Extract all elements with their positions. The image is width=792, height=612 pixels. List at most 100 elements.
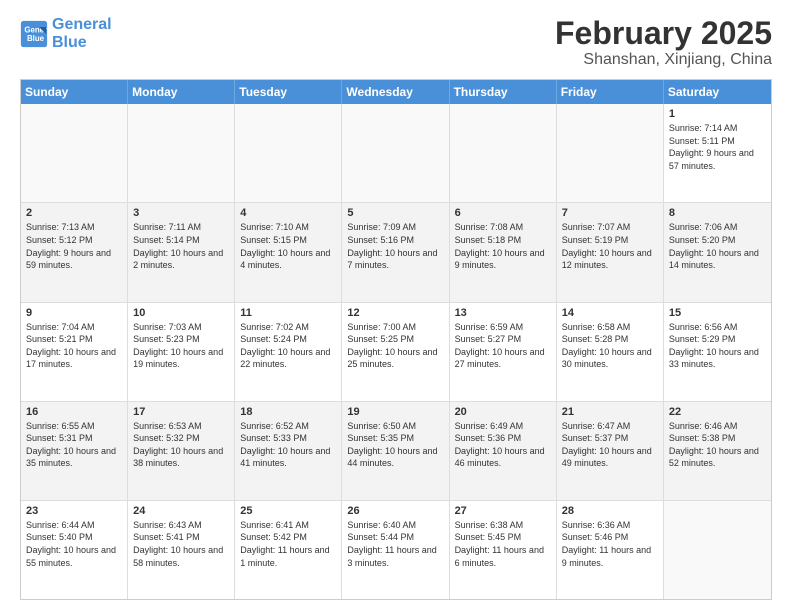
calendar-cell: 3 Sunrise: 7:11 AM Sunset: 5:14 PM Daylig… (128, 203, 235, 301)
day-info: Sunrise: 7:03 AM Sunset: 5:23 PM Dayligh… (133, 321, 229, 371)
calendar-cell: 21 Sunrise: 6:47 AM Sunset: 5:37 PM Dayli… (557, 402, 664, 500)
day-info: Sunrise: 7:10 AM Sunset: 5:15 PM Dayligh… (240, 221, 336, 271)
calendar-cell: 15 Sunrise: 6:56 AM Sunset: 5:29 PM Dayli… (664, 303, 771, 401)
day-number: 2 (26, 207, 122, 219)
day-number: 10 (133, 307, 229, 319)
day-info: Sunrise: 6:38 AM Sunset: 5:45 PM Dayligh… (455, 519, 551, 569)
day-info: Sunrise: 6:58 AM Sunset: 5:28 PM Dayligh… (562, 321, 658, 371)
day-info: Sunrise: 6:46 AM Sunset: 5:38 PM Dayligh… (669, 420, 766, 470)
day-number: 21 (562, 406, 658, 418)
logo-text: General Blue (52, 16, 112, 51)
day-info: Sunrise: 6:44 AM Sunset: 5:40 PM Dayligh… (26, 519, 122, 569)
calendar-cell (21, 104, 128, 202)
calendar-header-cell: Monday (128, 80, 235, 104)
calendar-week-row: 23 Sunrise: 6:44 AM Sunset: 5:40 PM Dayli… (21, 501, 771, 599)
day-info: Sunrise: 6:59 AM Sunset: 5:27 PM Dayligh… (455, 321, 551, 371)
calendar-cell (450, 104, 557, 202)
calendar-cell: 14 Sunrise: 6:58 AM Sunset: 5:28 PM Dayli… (557, 303, 664, 401)
day-info: Sunrise: 7:09 AM Sunset: 5:16 PM Dayligh… (347, 221, 443, 271)
calendar-cell: 4 Sunrise: 7:10 AM Sunset: 5:15 PM Daylig… (235, 203, 342, 301)
day-info: Sunrise: 6:56 AM Sunset: 5:29 PM Dayligh… (669, 321, 766, 371)
calendar-cell: 26 Sunrise: 6:40 AM Sunset: 5:44 PM Dayli… (342, 501, 449, 599)
calendar-cell: 23 Sunrise: 6:44 AM Sunset: 5:40 PM Dayli… (21, 501, 128, 599)
logo-icon: General Blue (20, 20, 48, 48)
day-info: Sunrise: 6:43 AM Sunset: 5:41 PM Dayligh… (133, 519, 229, 569)
day-info: Sunrise: 7:00 AM Sunset: 5:25 PM Dayligh… (347, 321, 443, 371)
day-number: 13 (455, 307, 551, 319)
calendar-header-cell: Tuesday (235, 80, 342, 104)
calendar-cell: 2 Sunrise: 7:13 AM Sunset: 5:12 PM Daylig… (21, 203, 128, 301)
calendar-week-row: 2 Sunrise: 7:13 AM Sunset: 5:12 PM Daylig… (21, 203, 771, 302)
calendar-cell: 1Sunrise: 7:14 AM Sunset: 5:11 PM Daylig… (664, 104, 771, 202)
day-info: Sunrise: 7:04 AM Sunset: 5:21 PM Dayligh… (26, 321, 122, 371)
day-number: 26 (347, 505, 443, 517)
day-number: 20 (455, 406, 551, 418)
calendar-cell: 5 Sunrise: 7:09 AM Sunset: 5:16 PM Daylig… (342, 203, 449, 301)
calendar-cell (557, 104, 664, 202)
calendar-cell: 18 Sunrise: 6:52 AM Sunset: 5:33 PM Dayli… (235, 402, 342, 500)
title-block: February 2025 Shanshan, Xinjiang, China (555, 16, 772, 69)
calendar-cell: 24 Sunrise: 6:43 AM Sunset: 5:41 PM Dayli… (128, 501, 235, 599)
calendar-page: General Blue General Blue February 2025 … (0, 0, 792, 612)
day-number: 25 (240, 505, 336, 517)
calendar-header: SundayMondayTuesdayWednesdayThursdayFrid… (21, 80, 771, 104)
calendar-header-cell: Friday (557, 80, 664, 104)
day-info: Sunrise: 7:02 AM Sunset: 5:24 PM Dayligh… (240, 321, 336, 371)
day-number: 3 (133, 207, 229, 219)
day-number: 7 (562, 207, 658, 219)
day-number: 6 (455, 207, 551, 219)
day-number: 24 (133, 505, 229, 517)
calendar-cell: 17Sunrise: 6:53 AM Sunset: 5:32 PM Dayli… (128, 402, 235, 500)
calendar-cell: 20 Sunrise: 6:49 AM Sunset: 5:36 PM Dayli… (450, 402, 557, 500)
calendar-week-row: 9 Sunrise: 7:04 AM Sunset: 5:21 PM Daylig… (21, 303, 771, 402)
day-number: 8 (669, 207, 766, 219)
calendar-cell: 28Sunrise: 6:36 AM Sunset: 5:46 PM Dayli… (557, 501, 664, 599)
svg-text:Blue: Blue (27, 34, 45, 43)
day-info: Sunrise: 6:47 AM Sunset: 5:37 PM Dayligh… (562, 420, 658, 470)
day-info: Sunrise: 7:13 AM Sunset: 5:12 PM Dayligh… (26, 221, 122, 271)
day-info: Sunrise: 6:52 AM Sunset: 5:33 PM Dayligh… (240, 420, 336, 470)
calendar-header-cell: Wednesday (342, 80, 449, 104)
calendar-cell: 22 Sunrise: 6:46 AM Sunset: 5:38 PM Dayli… (664, 402, 771, 500)
calendar-cell: 19Sunrise: 6:50 AM Sunset: 5:35 PM Dayli… (342, 402, 449, 500)
calendar-week-row: 16 Sunrise: 6:55 AM Sunset: 5:31 PM Dayli… (21, 402, 771, 501)
day-number: 18 (240, 406, 336, 418)
day-info: Sunrise: 6:49 AM Sunset: 5:36 PM Dayligh… (455, 420, 551, 470)
calendar-cell: 12Sunrise: 7:00 AM Sunset: 5:25 PM Dayli… (342, 303, 449, 401)
day-info: Sunrise: 6:40 AM Sunset: 5:44 PM Dayligh… (347, 519, 443, 569)
day-number: 15 (669, 307, 766, 319)
calendar-body: 1Sunrise: 7:14 AM Sunset: 5:11 PM Daylig… (21, 104, 771, 599)
day-info: Sunrise: 6:55 AM Sunset: 5:31 PM Dayligh… (26, 420, 122, 470)
calendar-header-cell: Sunday (21, 80, 128, 104)
day-info: Sunrise: 7:07 AM Sunset: 5:19 PM Dayligh… (562, 221, 658, 271)
calendar-cell: 9 Sunrise: 7:04 AM Sunset: 5:21 PM Daylig… (21, 303, 128, 401)
month-title: February 2025 (555, 16, 772, 51)
calendar-cell: 10 Sunrise: 7:03 AM Sunset: 5:23 PM Dayli… (128, 303, 235, 401)
calendar-week-row: 1Sunrise: 7:14 AM Sunset: 5:11 PM Daylig… (21, 104, 771, 203)
calendar-cell (128, 104, 235, 202)
day-number: 1 (669, 108, 766, 120)
calendar-cell: 13 Sunrise: 6:59 AM Sunset: 5:27 PM Dayli… (450, 303, 557, 401)
location-title: Shanshan, Xinjiang, China (555, 51, 772, 69)
day-number: 16 (26, 406, 122, 418)
calendar-cell (664, 501, 771, 599)
day-number: 5 (347, 207, 443, 219)
calendar-cell: 25Sunrise: 6:41 AM Sunset: 5:42 PM Dayli… (235, 501, 342, 599)
calendar-cell: 7 Sunrise: 7:07 AM Sunset: 5:19 PM Daylig… (557, 203, 664, 301)
day-number: 22 (669, 406, 766, 418)
day-info: Sunrise: 6:50 AM Sunset: 5:35 PM Dayligh… (347, 420, 443, 470)
day-info: Sunrise: 7:06 AM Sunset: 5:20 PM Dayligh… (669, 221, 766, 271)
day-number: 14 (562, 307, 658, 319)
day-number: 9 (26, 307, 122, 319)
calendar-cell: 8 Sunrise: 7:06 AM Sunset: 5:20 PM Daylig… (664, 203, 771, 301)
day-number: 28 (562, 505, 658, 517)
day-number: 23 (26, 505, 122, 517)
calendar-cell: 16 Sunrise: 6:55 AM Sunset: 5:31 PM Dayli… (21, 402, 128, 500)
calendar-cell (235, 104, 342, 202)
calendar-header-cell: Thursday (450, 80, 557, 104)
day-info: Sunrise: 6:53 AM Sunset: 5:32 PM Dayligh… (133, 420, 229, 470)
day-info: Sunrise: 7:11 AM Sunset: 5:14 PM Dayligh… (133, 221, 229, 271)
day-info: Sunrise: 7:08 AM Sunset: 5:18 PM Dayligh… (455, 221, 551, 271)
day-number: 4 (240, 207, 336, 219)
logo: General Blue General Blue (20, 16, 112, 51)
